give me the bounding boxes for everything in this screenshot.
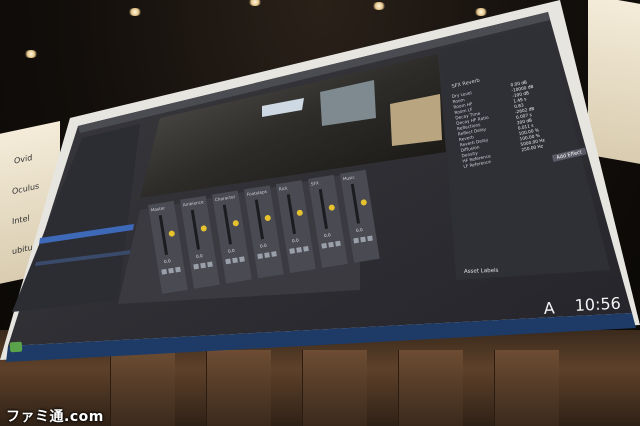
channel-toggle-button[interactable] (328, 241, 334, 248)
channel-toggle-button[interactable] (239, 256, 245, 263)
channel-toggle-button[interactable] (200, 262, 206, 269)
channel-toggle-button[interactable] (303, 245, 309, 252)
channel-toggle-button[interactable] (168, 267, 174, 274)
channel-toggle-button[interactable] (321, 242, 328, 249)
channel-toggle-button[interactable] (161, 268, 168, 275)
channel-toggle-button[interactable] (367, 235, 373, 242)
channel-toggle-button[interactable] (289, 248, 296, 254)
taskbar-ime[interactable]: A (543, 298, 555, 318)
start-button[interactable] (9, 341, 23, 353)
channel-toggle-button[interactable] (232, 257, 238, 264)
taskbar-clock: 10:56 (574, 294, 621, 315)
channel-toggle-button[interactable] (335, 240, 341, 247)
channel-toggle-button[interactable] (271, 251, 277, 257)
channel-toggle-button[interactable] (353, 237, 360, 244)
channel-toggle-button[interactable] (296, 247, 302, 253)
channel-toggle-button[interactable] (207, 261, 213, 268)
channel-toggle-button[interactable] (264, 252, 270, 258)
channel-toggle-button[interactable] (360, 236, 366, 243)
watermark: ファミ通.com (6, 409, 104, 425)
channel-toggle-button[interactable] (257, 253, 264, 260)
channel-toggle-button[interactable] (193, 263, 200, 270)
projection-screen: Master0.0Ambience0.0Character0.0Footstep… (0, 0, 640, 362)
auditorium-scene: Ovid Oculus Intel ubitus Master 0.0 Ambi… (0, 0, 640, 426)
asset-labels-title: Asset Labels (464, 268, 499, 275)
channel-toggle-button[interactable] (225, 258, 232, 265)
channel-toggle-button[interactable] (175, 266, 181, 273)
